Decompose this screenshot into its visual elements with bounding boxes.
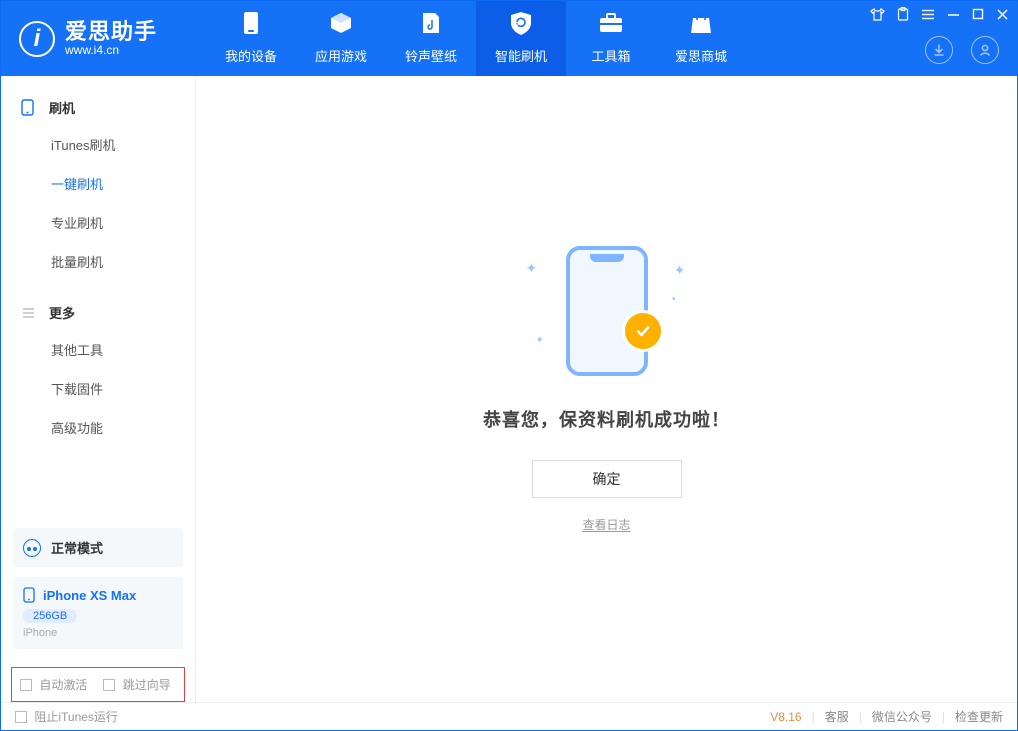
main-tabs: 我的设备 应用游戏 铃声壁纸 智能刷机 xyxy=(206,1,746,76)
sparkle-icon: ✦ xyxy=(536,335,544,346)
list-icon xyxy=(21,307,39,319)
phone-small-icon xyxy=(23,587,35,603)
device-mode-label: 正常模式 xyxy=(51,538,103,557)
sidebar-group-flash: 刷机 iTunes刷机 一键刷机 专业刷机 批量刷机 xyxy=(1,76,195,281)
shield-refresh-icon xyxy=(509,12,533,40)
tab-label: 应用游戏 xyxy=(315,46,367,65)
tab-label: 我的设备 xyxy=(225,46,277,65)
success-illustration: ✦ ✦ ✦ • xyxy=(512,246,702,376)
checkbox-icon xyxy=(20,679,32,691)
tab-apps-games[interactable]: 应用游戏 xyxy=(296,1,386,76)
logo[interactable]: i 爱思助手 www.i4.cn xyxy=(1,20,206,57)
checkbox-icon xyxy=(103,679,115,691)
check-badge-icon xyxy=(622,310,664,352)
checkbox-skip-guide[interactable]: 跳过向导 xyxy=(103,676,170,693)
cube-icon xyxy=(329,12,353,40)
support-link[interactable]: 客服 xyxy=(825,708,849,725)
sparkle-icon: ✦ xyxy=(674,262,686,279)
tab-store[interactable]: 爱思商城 xyxy=(656,1,746,76)
checkbox-icon xyxy=(15,711,27,723)
check-update-link[interactable]: 检查更新 xyxy=(955,708,1003,725)
sidebar-group-flash-title: 刷机 xyxy=(1,92,195,125)
device-cards: 正常模式 iPhone XS Max 256GB iPhone xyxy=(1,518,195,659)
maximize-icon[interactable] xyxy=(972,8,984,20)
checkbox-auto-activate[interactable]: 自动激活 xyxy=(20,676,87,693)
device-name-label: iPhone XS Max xyxy=(43,588,136,603)
flash-options-highlight: 自动激活 跳过向导 xyxy=(11,667,185,702)
device-mode-card[interactable]: 正常模式 xyxy=(13,528,183,567)
window-controls xyxy=(870,7,1009,21)
tab-label: 铃声壁纸 xyxy=(405,46,457,65)
body: 刷机 iTunes刷机 一键刷机 专业刷机 批量刷机 更多 其他工具 下载固件 … xyxy=(1,76,1017,702)
success-message: 恭喜您，保资料刷机成功啦！ xyxy=(483,406,730,432)
view-log-link[interactable]: 查看日志 xyxy=(582,516,630,533)
version-label: V8.16 xyxy=(770,710,801,724)
sidebar-group-more: 更多 其他工具 下载固件 高级功能 xyxy=(1,281,195,447)
logo-icon: i xyxy=(19,21,55,57)
device-type-label: iPhone xyxy=(23,627,173,639)
tab-toolbox[interactable]: 工具箱 xyxy=(566,1,656,76)
footer: 阻止iTunes运行 V8.16 | 客服 | 微信公众号 | 检查更新 xyxy=(1,702,1017,730)
bag-icon xyxy=(690,12,712,40)
header: i 爱思助手 www.i4.cn 我的设备 应用游戏 xyxy=(1,1,1017,76)
phone-icon xyxy=(243,12,259,40)
sidebar-item-advanced[interactable]: 高级功能 xyxy=(1,408,195,447)
sidebar-item-oneclick-flash[interactable]: 一键刷机 xyxy=(1,164,195,203)
user-icon[interactable] xyxy=(971,36,999,64)
tab-label: 工具箱 xyxy=(591,46,630,65)
download-icon[interactable] xyxy=(925,36,953,64)
content-area: ✦ ✦ ✦ • 恭喜您，保资料刷机成功啦！ 确定 查看日志 xyxy=(196,76,1017,702)
minimize-icon[interactable] xyxy=(947,8,960,21)
ok-button[interactable]: 确定 xyxy=(532,460,682,498)
app-name: 爱思助手 xyxy=(65,20,157,44)
tab-label: 爱思商城 xyxy=(675,46,727,65)
tab-label: 智能刷机 xyxy=(495,46,547,65)
checkbox-block-itunes[interactable]: 阻止iTunes运行 xyxy=(15,708,118,725)
sidebar-item-pro-flash[interactable]: 专业刷机 xyxy=(1,203,195,242)
phone-outline-icon xyxy=(21,99,39,116)
mode-icon xyxy=(23,539,41,557)
tab-ringtones-wallpapers[interactable]: 铃声壁纸 xyxy=(386,1,476,76)
sidebar-item-itunes-flash[interactable]: iTunes刷机 xyxy=(1,125,195,164)
sparkle-icon: • xyxy=(672,294,676,305)
close-icon[interactable] xyxy=(996,8,1009,21)
menu-icon[interactable] xyxy=(921,9,935,20)
wechat-link[interactable]: 微信公众号 xyxy=(872,708,932,725)
sidebar-group-more-title: 更多 xyxy=(1,297,195,330)
header-right-icons xyxy=(925,36,999,64)
app-window: i 爱思助手 www.i4.cn 我的设备 应用游戏 xyxy=(0,0,1018,731)
tab-smart-flash[interactable]: 智能刷机 xyxy=(476,1,566,76)
sidebar-item-batch-flash[interactable]: 批量刷机 xyxy=(1,242,195,281)
music-file-icon xyxy=(421,12,441,40)
app-url: www.i4.cn xyxy=(65,44,157,57)
sidebar-item-other-tools[interactable]: 其他工具 xyxy=(1,330,195,369)
tshirt-icon[interactable] xyxy=(870,8,885,21)
toolbox-icon xyxy=(598,12,624,40)
clipboard-icon[interactable] xyxy=(897,7,909,21)
sidebar-item-firmware[interactable]: 下载固件 xyxy=(1,369,195,408)
device-storage-badge: 256GB xyxy=(23,609,77,623)
sparkle-icon: ✦ xyxy=(526,260,538,277)
sidebar: 刷机 iTunes刷机 一键刷机 专业刷机 批量刷机 更多 其他工具 下载固件 … xyxy=(1,76,196,702)
device-info-card[interactable]: iPhone XS Max 256GB iPhone xyxy=(13,577,183,649)
tab-my-device[interactable]: 我的设备 xyxy=(206,1,296,76)
